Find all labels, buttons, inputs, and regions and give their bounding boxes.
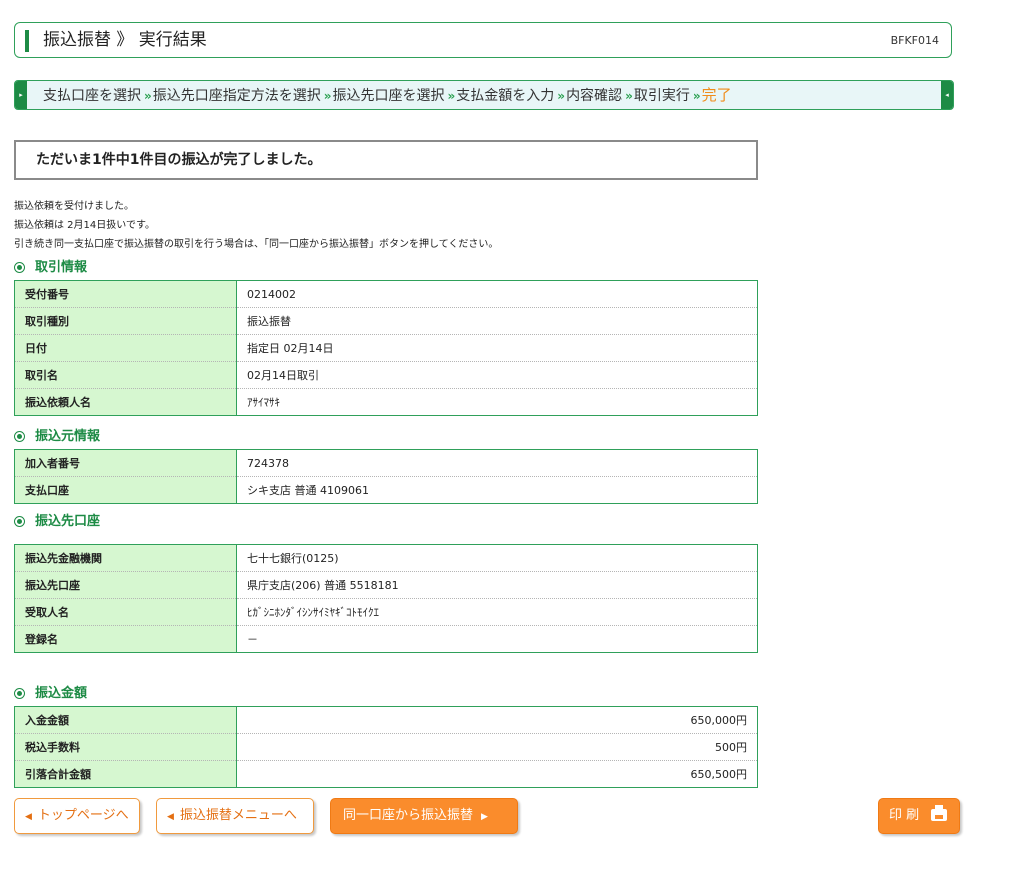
row-value: － <box>247 633 258 646</box>
row-value: 指定日 02月14日 <box>236 334 758 362</box>
row-label: 入金金額 <box>14 706 237 734</box>
step-progress-bar: ▸ 支払口座を選択» 振込先口座指定方法を選択» 振込先口座を選択» 支払金額を入力»… <box>14 80 954 110</box>
print-button-label: 印 刷 <box>889 808 920 823</box>
row-label: 引落合計金額 <box>14 760 237 788</box>
section-title-amount: 振込金額 <box>14 682 87 701</box>
same-account-transfer-button[interactable]: 同一口座から振込振替 ▶ <box>330 798 518 834</box>
section-title-destination: 振込先口座 <box>14 510 100 529</box>
row-value: 724378 <box>236 449 758 477</box>
transfer-menu-button[interactable]: ◀ 振込振替メニューへ <box>156 798 314 834</box>
row-label: 登録名 <box>14 625 237 653</box>
header-accent-bar <box>25 30 29 52</box>
step-separator-icon: » <box>144 89 152 103</box>
step-separator-icon: » <box>557 89 565 103</box>
row-label: 日付 <box>14 334 237 362</box>
step-item: 支払口座を選択 <box>43 88 141 104</box>
row-value: 振込振替 <box>236 307 758 335</box>
section-title-text: 振込金額 <box>35 686 88 701</box>
step-item: 支払金額を入力 <box>456 88 555 104</box>
section-bullet-icon <box>14 688 25 699</box>
section-title-source: 振込元情報 <box>14 425 100 444</box>
transaction-info-table: 受付番号 0214002 取引種別 振込振替 日付 指定日 02月14日 取引名 02月… <box>14 280 758 416</box>
table-row: 振込先口座 県庁支店(206) 普通 5518181 <box>14 571 758 599</box>
step-bar-right-cap-icon: ◂ <box>941 81 953 109</box>
completion-message: ただいま1件中1件目の振込が完了しました。 <box>36 152 322 168</box>
arrow-left-icon: ◀ <box>167 812 174 822</box>
step-list: 支払口座を選択» 振込先口座指定方法を選択» 振込先口座を選択» 支払金額を入力» 内容… <box>43 81 732 111</box>
section-title-transaction: 取引情報 <box>14 256 87 275</box>
table-row: 日付 指定日 02月14日 <box>14 334 758 362</box>
row-value: 0214002 <box>236 280 758 308</box>
info-message: 振込依頼を受付けました。 <box>14 201 134 212</box>
table-row: 取引名 02月14日取引 <box>14 361 758 389</box>
row-value: ｱｻｲﾏｻｷ <box>247 396 280 409</box>
step-current: 完了 <box>701 86 732 104</box>
row-label: 振込依頼人名 <box>14 388 237 416</box>
source-info-table: 加入者番号 724378 支払口座 シキ支店 普通 4109061 <box>14 449 758 504</box>
top-page-button[interactable]: ◀ トップページへ <box>14 798 140 834</box>
table-row: 受付番号 0214002 <box>14 280 758 308</box>
table-row: 振込先金融機関 七十七銀行(0125) <box>14 544 758 572</box>
row-value: シキ支店 普通 4109061 <box>247 484 369 497</box>
row-label: 税込手数料 <box>14 733 237 761</box>
page-header: 振込振替 》 実行結果 BFKF014 <box>14 22 952 58</box>
row-value: 02月14日取引 <box>236 361 758 389</box>
destination-info-table: 振込先金融機関 七十七銀行(0125) 振込先口座 県庁支店(206) 普通 551… <box>14 544 758 653</box>
section-title-text: 振込元情報 <box>35 429 101 444</box>
step-separator-icon: » <box>323 89 332 103</box>
table-row: 加入者番号 724378 <box>14 449 758 477</box>
section-bullet-icon <box>14 431 25 442</box>
same-account-button-label: 同一口座から振込振替 <box>343 808 474 823</box>
row-label: 受取人名 <box>14 598 237 626</box>
info-message: 振込依頼は 2月14日扱いです。 <box>14 220 155 231</box>
row-label: 受付番号 <box>14 280 237 308</box>
row-label: 振込先金融機関 <box>14 544 237 572</box>
section-title-text: 振込先口座 <box>35 514 101 529</box>
table-row: 振込依頼人名 ｱｻｲﾏｻｷ <box>14 388 758 416</box>
step-item: 振込先口座を選択 <box>332 88 445 104</box>
printer-icon <box>931 805 947 821</box>
step-item: 取引実行 <box>633 88 690 104</box>
arrow-right-icon: ▶ <box>481 812 488 822</box>
table-row: 取引種別 振込振替 <box>14 307 758 335</box>
amount-info-table: 入金金額 650,000円 税込手数料 500円 引落合計金額 650,500円 <box>14 706 758 788</box>
table-row: 登録名 － <box>14 625 758 653</box>
top-page-button-label: トップページへ <box>37 808 129 823</box>
row-label: 振込先口座 <box>14 571 237 599</box>
row-value: 500円 <box>236 733 758 761</box>
step-item: 振込先口座指定方法を選択 <box>152 88 321 104</box>
section-title-text: 取引情報 <box>35 260 88 275</box>
step-separator-icon: » <box>447 89 456 103</box>
info-message: 引き続き同一支払口座で振込振替の取引を行う場合は、「同一口座から振込振替」ボタン… <box>14 239 499 250</box>
transfer-menu-button-label: 振込振替メニューへ <box>179 808 297 823</box>
info-messages: 振込依頼を受付けました。 振込依頼は 2月14日扱いです。 引き続き同一支払口座… <box>14 197 498 254</box>
print-button[interactable]: 印 刷 <box>878 798 960 834</box>
table-row: 入金金額 650,000円 <box>14 706 758 734</box>
step-item: 内容確認 <box>566 88 623 104</box>
step-separator-icon: » <box>625 89 633 103</box>
row-value: 650,000円 <box>236 706 758 734</box>
row-label: 取引種別 <box>14 307 237 335</box>
step-bar-left-cap-icon: ▸ <box>15 81 27 109</box>
row-label: 支払口座 <box>14 476 237 504</box>
row-label: 取引名 <box>14 361 237 389</box>
table-row: 支払口座 シキ支店 普通 4109061 <box>14 476 758 504</box>
screen-code: BFKF014 <box>890 34 939 47</box>
completion-box: ただいま1件中1件目の振込が完了しました。 <box>14 140 758 180</box>
row-value: 650,500円 <box>690 768 748 781</box>
table-row: 税込手数料 500円 <box>14 733 758 761</box>
row-label: 加入者番号 <box>14 449 237 477</box>
step-separator-icon: » <box>692 89 701 103</box>
table-row: 受取人名 ﾋｶﾞｼﾆﾎﾝﾀﾞｲｼﾝｻｲﾐﾔｷﾞｺﾄﾓｲｸｴ <box>14 598 758 626</box>
page-title: 振込振替 》 実行結果 <box>43 30 207 50</box>
arrow-left-icon: ◀ <box>25 812 32 822</box>
row-value: 県庁支店(206) 普通 5518181 <box>236 571 758 599</box>
table-row: 引落合計金額 650,500円 <box>14 760 758 788</box>
row-value: ﾋｶﾞｼﾆﾎﾝﾀﾞｲｼﾝｻｲﾐﾔｷﾞｺﾄﾓｲｸｴ <box>236 598 758 626</box>
row-value: 七十七銀行(0125) <box>236 544 758 572</box>
section-bullet-icon <box>14 516 25 527</box>
section-bullet-icon <box>14 262 25 273</box>
